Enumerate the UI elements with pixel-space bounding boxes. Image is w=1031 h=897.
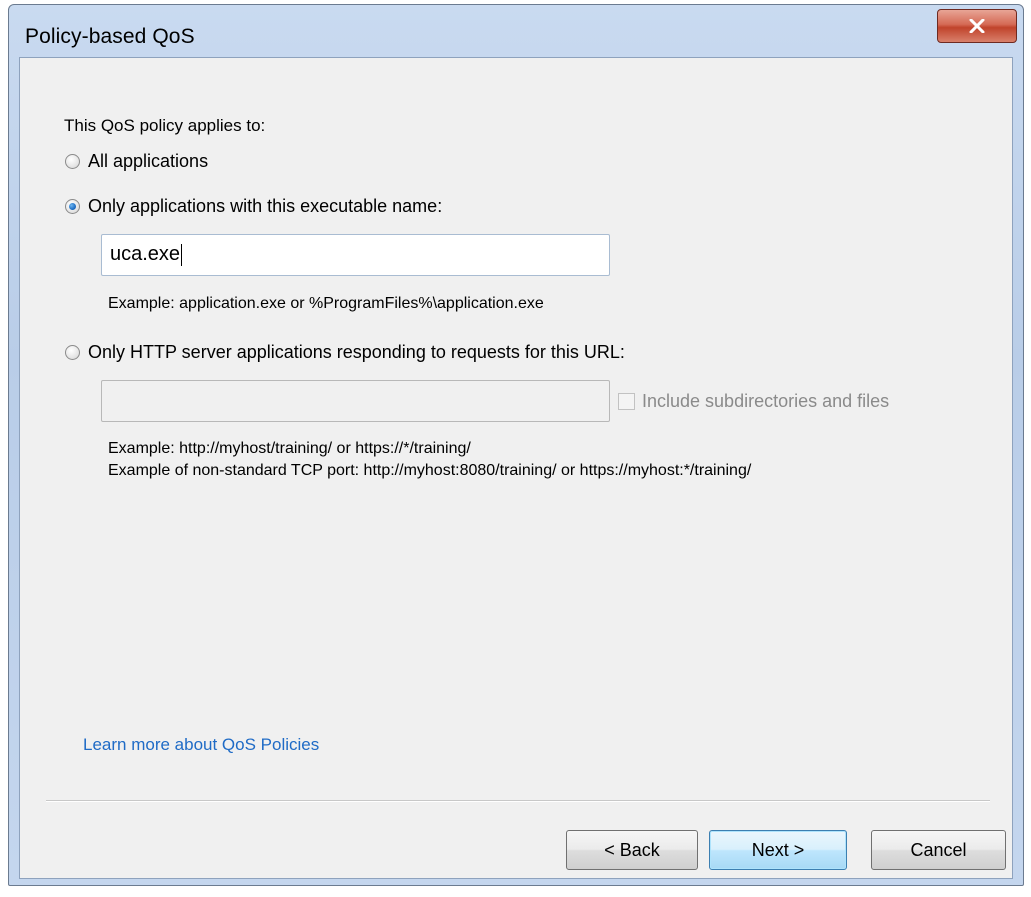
include-subdirectories-checkbox[interactable]: Include subdirectories and files [618, 391, 889, 412]
text-caret [181, 243, 183, 266]
url-port-example-text: Example of non-standard TCP port: http:/… [108, 462, 752, 479]
policy-applies-heading: This QoS policy applies to: [64, 116, 266, 135]
url-input[interactable] [101, 380, 610, 422]
dialog-content: This QoS policy applies to: All applicat… [19, 57, 1013, 879]
window-title: Policy-based QoS [25, 25, 195, 48]
executable-name-value: uca.exe [110, 243, 181, 265]
executable-name-input[interactable]: uca.exe [101, 234, 610, 276]
url-example-text: Example: http://myhost/training/ or http… [108, 440, 471, 457]
close-icon [969, 19, 985, 33]
checkbox-label: Include subdirectories and files [642, 391, 890, 411]
radio-label: Only applications with this executable n… [88, 196, 443, 216]
radio-button[interactable] [65, 345, 80, 360]
next-button[interactable]: Next > [709, 830, 847, 870]
dialog-window: Policy-based QoS This QoS policy applies… [8, 4, 1024, 886]
title-bar[interactable]: Policy-based QoS [9, 5, 1023, 57]
learn-more-link[interactable]: Learn more about QoS Policies [83, 735, 319, 755]
footer-separator [46, 800, 990, 802]
close-button[interactable] [937, 9, 1017, 43]
cancel-button[interactable]: Cancel [871, 830, 1006, 870]
radio-button-selected[interactable] [65, 199, 80, 214]
executable-example-text: Example: application.exe or %ProgramFile… [108, 295, 544, 312]
radio-all-applications[interactable]: All applications [65, 151, 208, 172]
radio-label: Only HTTP server applications responding… [88, 342, 625, 362]
back-button[interactable]: < Back [566, 830, 698, 870]
radio-label: All applications [88, 151, 209, 171]
radio-http-url[interactable]: Only HTTP server applications responding… [65, 342, 625, 363]
radio-executable-name[interactable]: Only applications with this executable n… [65, 196, 442, 217]
checkbox-box[interactable] [618, 393, 635, 410]
radio-button[interactable] [65, 154, 80, 169]
